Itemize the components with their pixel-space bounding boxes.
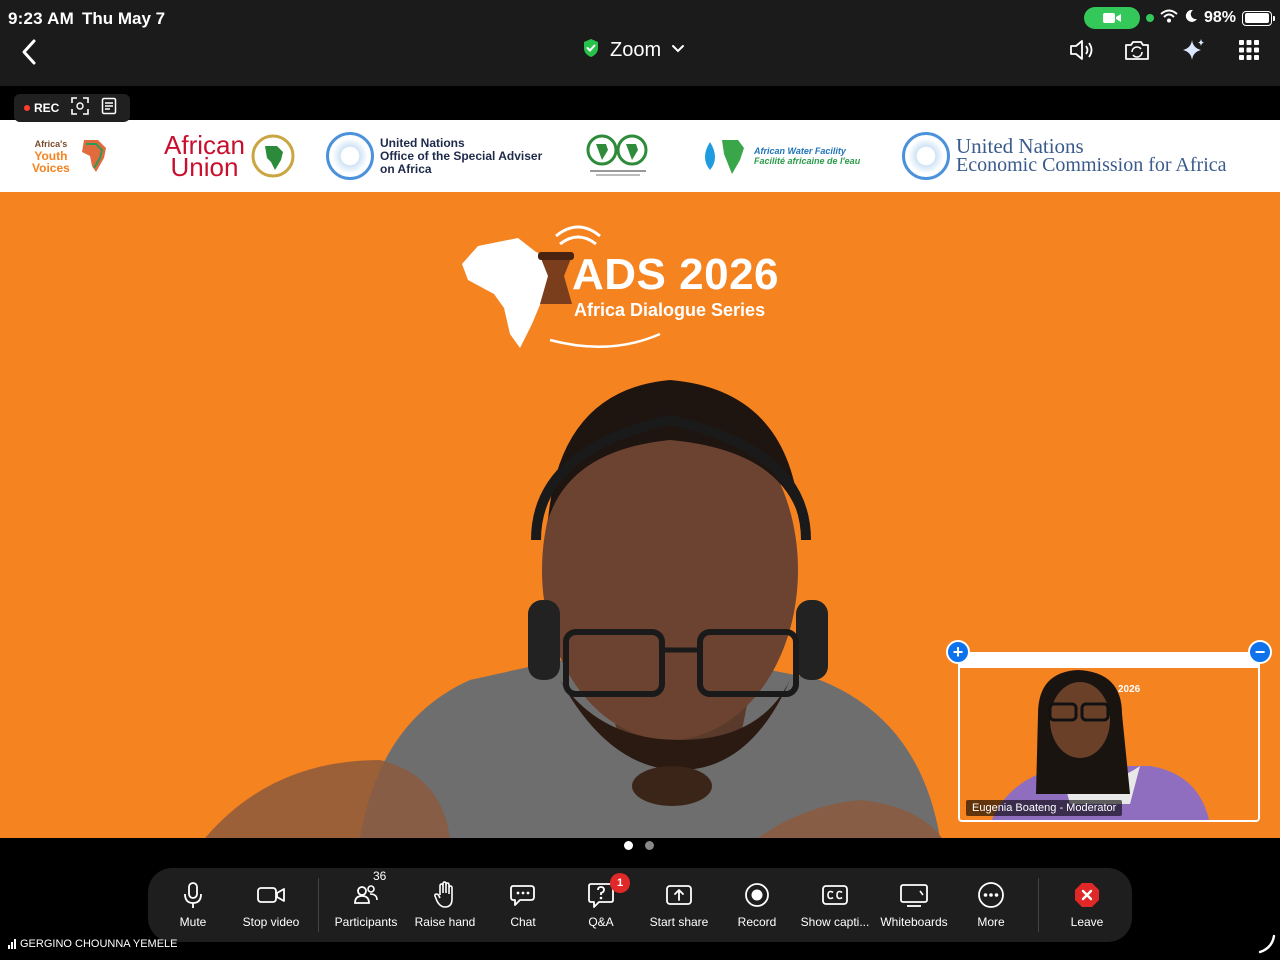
hand-icon: [430, 881, 460, 909]
status-indicators: 98%: [1083, 7, 1275, 29]
top-actions: [1068, 36, 1262, 64]
status-bar: 9:23 AM Thu May 7 98%: [0, 0, 1280, 36]
active-speaker-label: GERGINO CHOUNNA YEMELE: [8, 938, 178, 950]
toolbar-divider: [1038, 878, 1039, 932]
status-date: Thu May 7: [82, 9, 166, 28]
moderator-figure: [991, 670, 1210, 820]
more-button[interactable]: More: [954, 868, 1028, 942]
wifi-icon: [1160, 9, 1178, 28]
participants-icon: 36: [351, 869, 386, 909]
microphone-icon: [178, 881, 208, 909]
show-captions-label: Show capti...: [800, 915, 870, 929]
pip-minimize-button[interactable]: −: [1248, 640, 1272, 664]
cc-icon: [820, 881, 850, 909]
page-dot-active[interactable]: [624, 841, 633, 850]
active-speaker-name: GERGINO CHOUNNA YEMELE: [20, 938, 178, 950]
stop-video-label: Stop video: [242, 915, 300, 929]
chat-button[interactable]: Chat: [486, 868, 560, 942]
whiteboards-button[interactable]: Whiteboards: [876, 868, 952, 942]
leave-label: Leave: [1070, 915, 1104, 929]
meeting-title-dropdown[interactable]: Zoom: [582, 36, 685, 64]
question-icon: 1: [586, 873, 630, 909]
pip-expand-button[interactable]: +: [946, 640, 970, 664]
sparkle-icon[interactable]: [1180, 37, 1206, 63]
recording-label: REC: [34, 101, 60, 115]
start-share-button[interactable]: Start share: [642, 868, 716, 942]
gallery-page-indicator[interactable]: [624, 841, 654, 850]
back-arrow-icon[interactable]: [16, 38, 44, 66]
moderator-thumbnail[interactable]: 2026 Eugenia Boateng - Moderator: [958, 652, 1260, 822]
record-icon: [742, 881, 772, 909]
focus-frame-icon[interactable]: [71, 96, 90, 120]
show-captions-button[interactable]: Show capti...: [796, 868, 874, 942]
notes-icon[interactable]: [101, 97, 117, 120]
more-icon: [976, 881, 1006, 909]
participants-button[interactable]: 36 Participants: [328, 868, 404, 942]
leave-button[interactable]: Leave: [1050, 868, 1124, 942]
participants-label: Participants: [334, 915, 398, 929]
shield-check-icon: [582, 38, 600, 63]
meeting-toolbar: Mute Stop video 36 Participants Raise ha…: [148, 868, 1132, 942]
chat-icon: [508, 881, 538, 909]
battery-percentage: 98%: [1203, 9, 1236, 26]
toolbar-divider: [318, 878, 319, 932]
speaker-icon[interactable]: [1068, 37, 1094, 63]
grid-icon[interactable]: [1236, 37, 1262, 63]
record-label: Record: [737, 915, 777, 929]
resize-handle-icon[interactable]: [1256, 934, 1276, 954]
qa-label: Q&A: [588, 915, 614, 929]
recording-dot-icon: [24, 105, 30, 111]
moon-icon: [1184, 9, 1198, 28]
mute-label: Mute: [179, 915, 207, 929]
record-button[interactable]: Record: [720, 868, 794, 942]
leave-icon: [1072, 881, 1102, 909]
meeting-title: Zoom: [610, 38, 662, 61]
chevron-down-icon: [671, 41, 685, 59]
qa-badge: 1: [610, 873, 630, 893]
top-nav: Zoom: [0, 36, 1280, 86]
video-camera-icon: [256, 881, 286, 909]
raise-hand-label: Raise hand: [414, 915, 476, 929]
camera-active-icon: [1083, 7, 1140, 29]
status-time: 9:23 AM: [8, 9, 74, 28]
chat-label: Chat: [510, 915, 536, 929]
whiteboard-icon: [899, 881, 929, 909]
raise-hand-button[interactable]: Raise hand: [408, 868, 482, 942]
more-label: More: [977, 915, 1005, 929]
whiteboards-label: Whiteboards: [880, 915, 948, 929]
camera-in-use-dot-icon: [1145, 14, 1154, 22]
qa-button[interactable]: 1 Q&A: [564, 868, 638, 942]
signal-strength-icon: [8, 939, 16, 949]
stop-video-button[interactable]: Stop video: [234, 868, 308, 942]
share-icon: [664, 881, 694, 909]
page-dot[interactable]: [645, 841, 654, 850]
moderator-name-label: Eugenia Boateng - Moderator: [966, 800, 1123, 816]
battery-icon: [1242, 10, 1275, 26]
recording-indicator[interactable]: REC: [14, 94, 130, 122]
mute-button[interactable]: Mute: [156, 868, 230, 942]
camera-switch-icon[interactable]: [1124, 37, 1150, 63]
start-share-label: Start share: [649, 915, 709, 929]
participants-count: 36: [373, 869, 387, 883]
